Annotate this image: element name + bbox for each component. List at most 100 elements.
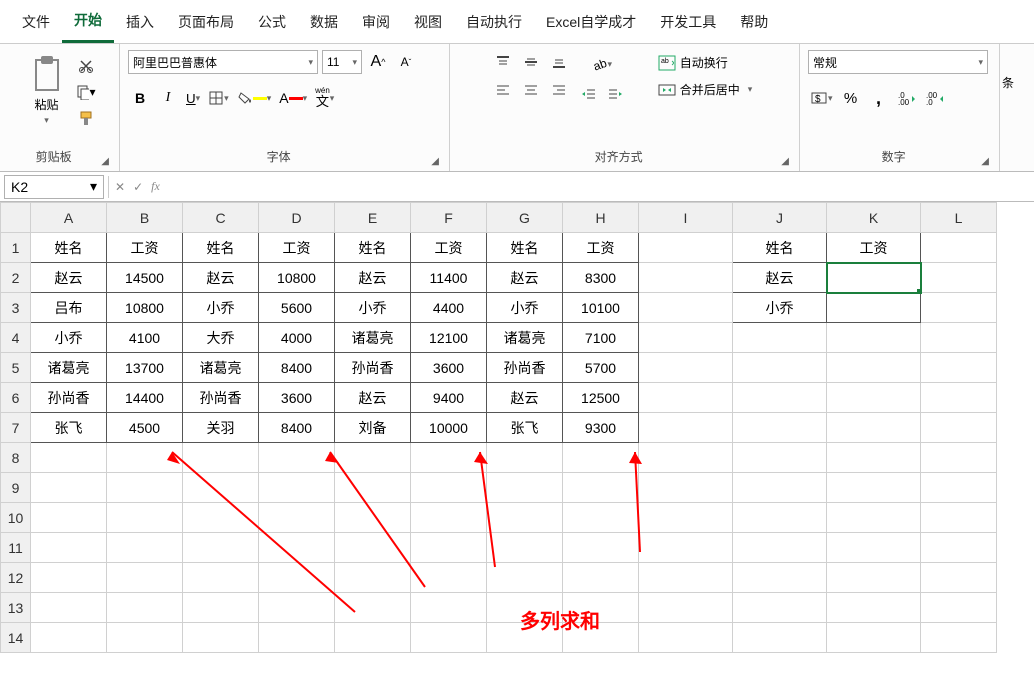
increase-decimal-button[interactable]: .0.00 xyxy=(895,86,919,110)
number-dialog-launcher[interactable]: ◢ xyxy=(979,154,991,169)
cell-J2[interactable]: 赵云 xyxy=(733,263,827,293)
align-bottom-button[interactable] xyxy=(547,50,571,74)
align-middle-button[interactable] xyxy=(519,50,543,74)
increase-font-button[interactable]: A^ xyxy=(366,50,390,74)
cell-K7[interactable] xyxy=(827,413,921,443)
clipboard-dialog-launcher[interactable]: ◢ xyxy=(99,154,111,169)
cell-J3[interactable]: 小乔 xyxy=(733,293,827,323)
cancel-icon[interactable]: ✕ xyxy=(115,180,125,194)
bold-button[interactable]: B xyxy=(128,86,152,110)
cell-J12[interactable] xyxy=(733,563,827,593)
cell-K11[interactable] xyxy=(827,533,921,563)
column-header-J[interactable]: J xyxy=(733,203,827,233)
alignment-dialog-launcher[interactable]: ◢ xyxy=(779,154,791,169)
cell-J1[interactable]: 姓名 xyxy=(733,233,827,263)
percent-button[interactable]: % xyxy=(839,86,863,110)
cell-K12[interactable] xyxy=(827,563,921,593)
format-painter-icon[interactable] xyxy=(76,108,96,128)
align-left-button[interactable] xyxy=(491,78,515,102)
cell-J14[interactable] xyxy=(733,623,827,653)
cell-J13[interactable] xyxy=(733,593,827,623)
cut-icon[interactable] xyxy=(76,56,96,76)
menu-item-4[interactable]: 公式 xyxy=(246,2,298,42)
orientation-button[interactable]: ab▾ xyxy=(577,52,627,76)
border-button[interactable]: ▾ xyxy=(206,86,231,110)
accounting-format-button[interactable]: $▾ xyxy=(808,86,835,110)
cell-K10[interactable] xyxy=(827,503,921,533)
font-name-combo[interactable]: 阿里巴巴普惠体▾ xyxy=(128,50,318,74)
cell-K3[interactable] xyxy=(827,293,921,323)
decrease-indent-button[interactable] xyxy=(577,82,601,106)
cell-J6[interactable] xyxy=(733,383,827,413)
align-top-button[interactable] xyxy=(491,50,515,74)
cell-L5[interactable] xyxy=(921,353,997,383)
menu-item-2[interactable]: 插入 xyxy=(114,2,166,42)
wrap-text-button[interactable]: ab自动换行 xyxy=(652,52,759,73)
cell-L12[interactable] xyxy=(921,563,997,593)
cell-K2[interactable] xyxy=(827,263,921,293)
cell-J7[interactable] xyxy=(733,413,827,443)
clipboard-icon xyxy=(30,54,64,94)
decrease-font-button[interactable]: Aˇ xyxy=(394,50,418,74)
column-header-K[interactable]: K xyxy=(827,203,921,233)
font-color-button[interactable]: A▾ xyxy=(277,86,309,110)
font-size-combo[interactable]: 11▾ xyxy=(322,50,362,74)
menu-item-7[interactable]: 视图 xyxy=(402,2,454,42)
chevron-down-icon: ▾ xyxy=(90,178,97,195)
comma-button[interactable]: , xyxy=(867,86,891,110)
cell-J8[interactable] xyxy=(733,443,827,473)
paste-button[interactable]: 粘贴 ▾ xyxy=(24,50,70,130)
menu-item-1[interactable]: 开始 xyxy=(62,0,114,43)
cell-L8[interactable] xyxy=(921,443,997,473)
enter-icon[interactable]: ✓ xyxy=(133,180,143,194)
cell-K4[interactable] xyxy=(827,323,921,353)
fx-icon[interactable]: fx xyxy=(151,179,160,194)
cell-J9[interactable] xyxy=(733,473,827,503)
number-format-combo[interactable]: 常规▾ xyxy=(808,50,988,74)
cell-L3[interactable] xyxy=(921,293,997,323)
font-dialog-launcher[interactable]: ◢ xyxy=(429,154,441,169)
cell-J5[interactable] xyxy=(733,353,827,383)
decrease-decimal-button[interactable]: .00.0 xyxy=(923,86,947,110)
phonetic-button[interactable]: wén文▾ xyxy=(313,86,336,110)
cell-L11[interactable] xyxy=(921,533,997,563)
name-box[interactable]: K2▾ xyxy=(4,175,104,199)
menu-item-3[interactable]: 页面布局 xyxy=(166,2,246,42)
align-center-button[interactable] xyxy=(519,78,543,102)
increase-indent-button[interactable] xyxy=(603,82,627,106)
cell-L9[interactable] xyxy=(921,473,997,503)
italic-button[interactable]: I xyxy=(156,86,180,110)
cell-K14[interactable] xyxy=(827,623,921,653)
cell-L14[interactable] xyxy=(921,623,997,653)
cell-L4[interactable] xyxy=(921,323,997,353)
cell-J10[interactable] xyxy=(733,503,827,533)
cell-L13[interactable] xyxy=(921,593,997,623)
menu-item-8[interactable]: 自动执行 xyxy=(454,2,534,42)
cell-J11[interactable] xyxy=(733,533,827,563)
menu-item-10[interactable]: 开发工具 xyxy=(648,2,728,42)
cell-K9[interactable] xyxy=(827,473,921,503)
menu-item-5[interactable]: 数据 xyxy=(298,2,350,42)
fill-color-button[interactable]: ▾ xyxy=(235,86,274,110)
copy-icon[interactable]: ▾ xyxy=(76,82,96,102)
cell-K6[interactable] xyxy=(827,383,921,413)
cell-J4[interactable] xyxy=(733,323,827,353)
cell-K8[interactable] xyxy=(827,443,921,473)
cell-L6[interactable] xyxy=(921,383,997,413)
menu-item-9[interactable]: Excel自学成才 xyxy=(534,2,648,42)
column-header-L[interactable]: L xyxy=(921,203,997,233)
cell-L7[interactable] xyxy=(921,413,997,443)
cell-L10[interactable] xyxy=(921,503,997,533)
cell-L2[interactable] xyxy=(921,263,997,293)
chevron-down-icon: ▾ xyxy=(978,57,983,68)
merge-center-button[interactable]: 合并后居中▾ xyxy=(652,79,759,100)
align-right-button[interactable] xyxy=(547,78,571,102)
cell-K1[interactable]: 工资 xyxy=(827,233,921,263)
menu-item-6[interactable]: 审阅 xyxy=(350,2,402,42)
cell-K13[interactable] xyxy=(827,593,921,623)
menu-item-0[interactable]: 文件 xyxy=(10,2,62,42)
cell-K5[interactable] xyxy=(827,353,921,383)
cell-L1[interactable] xyxy=(921,233,997,263)
underline-button[interactable]: U▾ xyxy=(184,86,202,110)
menu-item-11[interactable]: 帮助 xyxy=(728,2,780,42)
